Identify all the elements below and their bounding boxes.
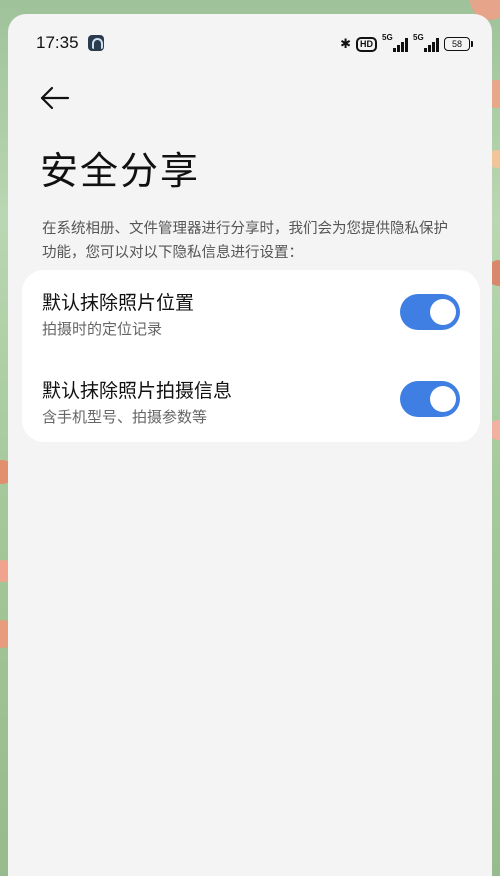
remove-location-toggle[interactable]	[400, 294, 460, 330]
signal-1-icon: 5G	[382, 33, 408, 52]
setting-title: 默认抹除照片位置	[42, 292, 195, 314]
settings-screen: 17:35 ✱ HD 5G 5G 58 安全分享 在系统相册、文件管理器进行分享…	[8, 14, 492, 876]
app-notification-icon	[88, 35, 104, 51]
arrow-left-icon	[40, 86, 70, 110]
bluetooth-icon: ✱	[340, 36, 351, 52]
setting-row-remove-shooting-info[interactable]: 默认抹除照片拍摄信息 含手机型号、拍摄参数等	[22, 356, 480, 442]
page-title: 安全分享	[40, 149, 201, 193]
privacy-settings-card: 默认抹除照片位置 拍摄时的定位记录 默认抹除照片拍摄信息 含手机型号、拍摄参数等	[22, 270, 480, 442]
hd-voice-badge: HD	[356, 36, 377, 52]
setting-row-remove-location[interactable]: 默认抹除照片位置 拍摄时的定位记录	[22, 270, 480, 356]
setting-title: 默认抹除照片拍摄信息	[42, 380, 233, 402]
status-bar: 17:35 ✱ HD 5G 5G 58	[8, 14, 492, 72]
toggle-knob	[430, 386, 456, 412]
toggle-knob	[430, 299, 456, 325]
signal-2-icon: 5G	[413, 33, 439, 52]
back-button[interactable]	[38, 84, 74, 112]
setting-subtitle: 含手机型号、拍摄参数等	[42, 408, 208, 426]
status-icons: ✱ HD 5G 5G 58	[340, 33, 473, 54]
battery-icon: 58	[444, 37, 473, 51]
setting-subtitle: 拍摄时的定位记录	[42, 320, 163, 338]
status-time: 17:35	[36, 33, 79, 52]
page-description: 在系统相册、文件管理器进行分享时，我们会为您提供隐私保护功能，您可以对以下隐私信…	[42, 221, 448, 261]
remove-shooting-info-toggle[interactable]	[400, 381, 460, 417]
